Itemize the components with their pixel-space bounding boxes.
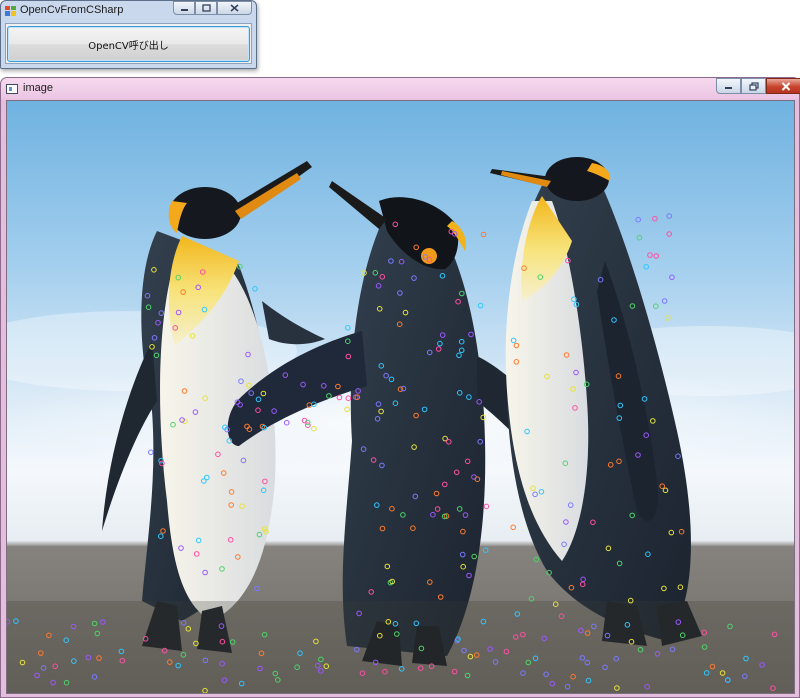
close-icon xyxy=(230,4,239,12)
form-client-area: OpenCV呼び出し xyxy=(5,23,252,64)
minimize-icon xyxy=(725,86,732,89)
restore-icon xyxy=(201,4,211,12)
image-window-icon xyxy=(6,84,18,94)
call-opencv-button[interactable]: OpenCV呼び出し xyxy=(7,26,250,62)
title-bar[interactable]: image xyxy=(1,78,800,100)
form-app-icon xyxy=(5,6,16,16)
window-title: OpenCvFromCSharp xyxy=(20,4,124,16)
image-viewport[interactable] xyxy=(6,100,795,694)
minimize-button[interactable] xyxy=(716,78,741,94)
caption-buttons xyxy=(173,1,252,15)
restore-button[interactable] xyxy=(195,1,217,15)
opencvfromcsharp-window: OpenCvFromCSharp OpenCV呼び出し xyxy=(0,0,257,69)
image-window: image xyxy=(0,77,800,698)
close-icon xyxy=(781,81,791,91)
sand-texture xyxy=(7,601,794,693)
restore-icon xyxy=(748,81,759,91)
close-button[interactable] xyxy=(217,1,252,15)
close-button[interactable] xyxy=(766,78,800,94)
restore-button[interactable] xyxy=(741,78,766,94)
penguins-image xyxy=(7,101,794,693)
window-title: image xyxy=(23,82,53,94)
minimize-icon xyxy=(180,8,188,11)
minimize-button[interactable] xyxy=(173,1,195,15)
caption-buttons xyxy=(716,78,800,94)
title-bar[interactable]: OpenCvFromCSharp xyxy=(1,1,256,21)
